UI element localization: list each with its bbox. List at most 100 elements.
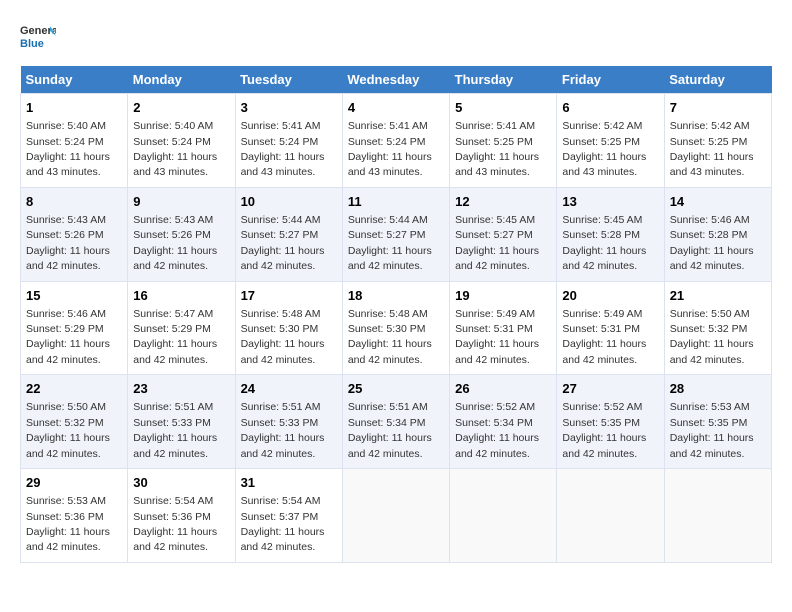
day-number: 18 bbox=[348, 287, 444, 305]
day-cell: 4 Sunrise: 5:41 AMSunset: 5:24 PMDayligh… bbox=[342, 94, 449, 188]
day-cell: 6 Sunrise: 5:42 AMSunset: 5:25 PMDayligh… bbox=[557, 94, 664, 188]
day-info: Sunrise: 5:45 AMSunset: 5:28 PMDaylight:… bbox=[562, 214, 646, 272]
column-header-saturday: Saturday bbox=[664, 66, 771, 94]
column-header-tuesday: Tuesday bbox=[235, 66, 342, 94]
day-info: Sunrise: 5:48 AMSunset: 5:30 PMDaylight:… bbox=[348, 308, 432, 366]
day-number: 11 bbox=[348, 193, 444, 211]
day-number: 10 bbox=[241, 193, 337, 211]
page-container: General Blue SundayMondayTuesdayWednesda… bbox=[20, 20, 772, 563]
page-header: General Blue bbox=[20, 20, 772, 56]
day-info: Sunrise: 5:51 AMSunset: 5:34 PMDaylight:… bbox=[348, 401, 432, 459]
day-number: 29 bbox=[26, 474, 122, 492]
day-info: Sunrise: 5:41 AMSunset: 5:25 PMDaylight:… bbox=[455, 120, 539, 178]
day-cell: 23 Sunrise: 5:51 AMSunset: 5:33 PMDaylig… bbox=[128, 375, 235, 469]
day-info: Sunrise: 5:42 AMSunset: 5:25 PMDaylight:… bbox=[670, 120, 754, 178]
day-cell: 14 Sunrise: 5:46 AMSunset: 5:28 PMDaylig… bbox=[664, 187, 771, 281]
day-cell: 29 Sunrise: 5:53 AMSunset: 5:36 PMDaylig… bbox=[21, 469, 128, 563]
day-number: 19 bbox=[455, 287, 551, 305]
day-cell: 26 Sunrise: 5:52 AMSunset: 5:34 PMDaylig… bbox=[450, 375, 557, 469]
day-number: 4 bbox=[348, 99, 444, 117]
day-cell bbox=[664, 469, 771, 563]
day-cell: 5 Sunrise: 5:41 AMSunset: 5:25 PMDayligh… bbox=[450, 94, 557, 188]
logo: General Blue bbox=[20, 20, 56, 56]
day-number: 20 bbox=[562, 287, 658, 305]
day-info: Sunrise: 5:54 AMSunset: 5:37 PMDaylight:… bbox=[241, 495, 325, 553]
day-number: 9 bbox=[133, 193, 229, 211]
day-cell: 21 Sunrise: 5:50 AMSunset: 5:32 PMDaylig… bbox=[664, 281, 771, 375]
day-number: 13 bbox=[562, 193, 658, 211]
day-cell bbox=[342, 469, 449, 563]
day-number: 22 bbox=[26, 380, 122, 398]
week-row-5: 29 Sunrise: 5:53 AMSunset: 5:36 PMDaylig… bbox=[21, 469, 772, 563]
day-number: 24 bbox=[241, 380, 337, 398]
day-info: Sunrise: 5:46 AMSunset: 5:29 PMDaylight:… bbox=[26, 308, 110, 366]
day-cell: 13 Sunrise: 5:45 AMSunset: 5:28 PMDaylig… bbox=[557, 187, 664, 281]
day-number: 3 bbox=[241, 99, 337, 117]
day-cell: 25 Sunrise: 5:51 AMSunset: 5:34 PMDaylig… bbox=[342, 375, 449, 469]
logo-svg: General Blue bbox=[20, 20, 56, 56]
day-cell: 7 Sunrise: 5:42 AMSunset: 5:25 PMDayligh… bbox=[664, 94, 771, 188]
day-info: Sunrise: 5:52 AMSunset: 5:35 PMDaylight:… bbox=[562, 401, 646, 459]
day-number: 23 bbox=[133, 380, 229, 398]
day-number: 12 bbox=[455, 193, 551, 211]
day-number: 16 bbox=[133, 287, 229, 305]
day-number: 15 bbox=[26, 287, 122, 305]
day-cell: 20 Sunrise: 5:49 AMSunset: 5:31 PMDaylig… bbox=[557, 281, 664, 375]
day-cell: 24 Sunrise: 5:51 AMSunset: 5:33 PMDaylig… bbox=[235, 375, 342, 469]
day-cell: 1 Sunrise: 5:40 AMSunset: 5:24 PMDayligh… bbox=[21, 94, 128, 188]
day-cell: 28 Sunrise: 5:53 AMSunset: 5:35 PMDaylig… bbox=[664, 375, 771, 469]
day-info: Sunrise: 5:51 AMSunset: 5:33 PMDaylight:… bbox=[133, 401, 217, 459]
day-cell: 16 Sunrise: 5:47 AMSunset: 5:29 PMDaylig… bbox=[128, 281, 235, 375]
day-cell: 18 Sunrise: 5:48 AMSunset: 5:30 PMDaylig… bbox=[342, 281, 449, 375]
week-row-2: 8 Sunrise: 5:43 AMSunset: 5:26 PMDayligh… bbox=[21, 187, 772, 281]
day-number: 21 bbox=[670, 287, 766, 305]
day-info: Sunrise: 5:48 AMSunset: 5:30 PMDaylight:… bbox=[241, 308, 325, 366]
header-row: SundayMondayTuesdayWednesdayThursdayFrid… bbox=[21, 66, 772, 94]
column-header-wednesday: Wednesday bbox=[342, 66, 449, 94]
day-info: Sunrise: 5:54 AMSunset: 5:36 PMDaylight:… bbox=[133, 495, 217, 553]
day-info: Sunrise: 5:41 AMSunset: 5:24 PMDaylight:… bbox=[348, 120, 432, 178]
day-info: Sunrise: 5:50 AMSunset: 5:32 PMDaylight:… bbox=[26, 401, 110, 459]
day-cell: 10 Sunrise: 5:44 AMSunset: 5:27 PMDaylig… bbox=[235, 187, 342, 281]
day-info: Sunrise: 5:41 AMSunset: 5:24 PMDaylight:… bbox=[241, 120, 325, 178]
day-number: 5 bbox=[455, 99, 551, 117]
day-info: Sunrise: 5:45 AMSunset: 5:27 PMDaylight:… bbox=[455, 214, 539, 272]
day-number: 8 bbox=[26, 193, 122, 211]
week-row-3: 15 Sunrise: 5:46 AMSunset: 5:29 PMDaylig… bbox=[21, 281, 772, 375]
day-cell: 3 Sunrise: 5:41 AMSunset: 5:24 PMDayligh… bbox=[235, 94, 342, 188]
day-info: Sunrise: 5:40 AMSunset: 5:24 PMDaylight:… bbox=[133, 120, 217, 178]
day-info: Sunrise: 5:50 AMSunset: 5:32 PMDaylight:… bbox=[670, 308, 754, 366]
day-number: 28 bbox=[670, 380, 766, 398]
day-number: 14 bbox=[670, 193, 766, 211]
day-number: 30 bbox=[133, 474, 229, 492]
day-info: Sunrise: 5:49 AMSunset: 5:31 PMDaylight:… bbox=[562, 308, 646, 366]
day-cell: 11 Sunrise: 5:44 AMSunset: 5:27 PMDaylig… bbox=[342, 187, 449, 281]
column-header-thursday: Thursday bbox=[450, 66, 557, 94]
day-info: Sunrise: 5:44 AMSunset: 5:27 PMDaylight:… bbox=[241, 214, 325, 272]
day-cell: 2 Sunrise: 5:40 AMSunset: 5:24 PMDayligh… bbox=[128, 94, 235, 188]
day-info: Sunrise: 5:42 AMSunset: 5:25 PMDaylight:… bbox=[562, 120, 646, 178]
day-number: 7 bbox=[670, 99, 766, 117]
day-cell: 19 Sunrise: 5:49 AMSunset: 5:31 PMDaylig… bbox=[450, 281, 557, 375]
calendar-table: SundayMondayTuesdayWednesdayThursdayFrid… bbox=[20, 66, 772, 563]
day-cell: 9 Sunrise: 5:43 AMSunset: 5:26 PMDayligh… bbox=[128, 187, 235, 281]
day-number: 17 bbox=[241, 287, 337, 305]
day-info: Sunrise: 5:46 AMSunset: 5:28 PMDaylight:… bbox=[670, 214, 754, 272]
day-number: 25 bbox=[348, 380, 444, 398]
day-number: 6 bbox=[562, 99, 658, 117]
svg-text:Blue: Blue bbox=[20, 38, 44, 50]
week-row-4: 22 Sunrise: 5:50 AMSunset: 5:32 PMDaylig… bbox=[21, 375, 772, 469]
day-cell bbox=[557, 469, 664, 563]
column-header-monday: Monday bbox=[128, 66, 235, 94]
column-header-friday: Friday bbox=[557, 66, 664, 94]
day-info: Sunrise: 5:51 AMSunset: 5:33 PMDaylight:… bbox=[241, 401, 325, 459]
day-cell: 15 Sunrise: 5:46 AMSunset: 5:29 PMDaylig… bbox=[21, 281, 128, 375]
day-number: 1 bbox=[26, 99, 122, 117]
day-cell bbox=[450, 469, 557, 563]
day-cell: 30 Sunrise: 5:54 AMSunset: 5:36 PMDaylig… bbox=[128, 469, 235, 563]
day-number: 26 bbox=[455, 380, 551, 398]
day-cell: 12 Sunrise: 5:45 AMSunset: 5:27 PMDaylig… bbox=[450, 187, 557, 281]
day-info: Sunrise: 5:43 AMSunset: 5:26 PMDaylight:… bbox=[133, 214, 217, 272]
day-info: Sunrise: 5:49 AMSunset: 5:31 PMDaylight:… bbox=[455, 308, 539, 366]
day-cell: 8 Sunrise: 5:43 AMSunset: 5:26 PMDayligh… bbox=[21, 187, 128, 281]
